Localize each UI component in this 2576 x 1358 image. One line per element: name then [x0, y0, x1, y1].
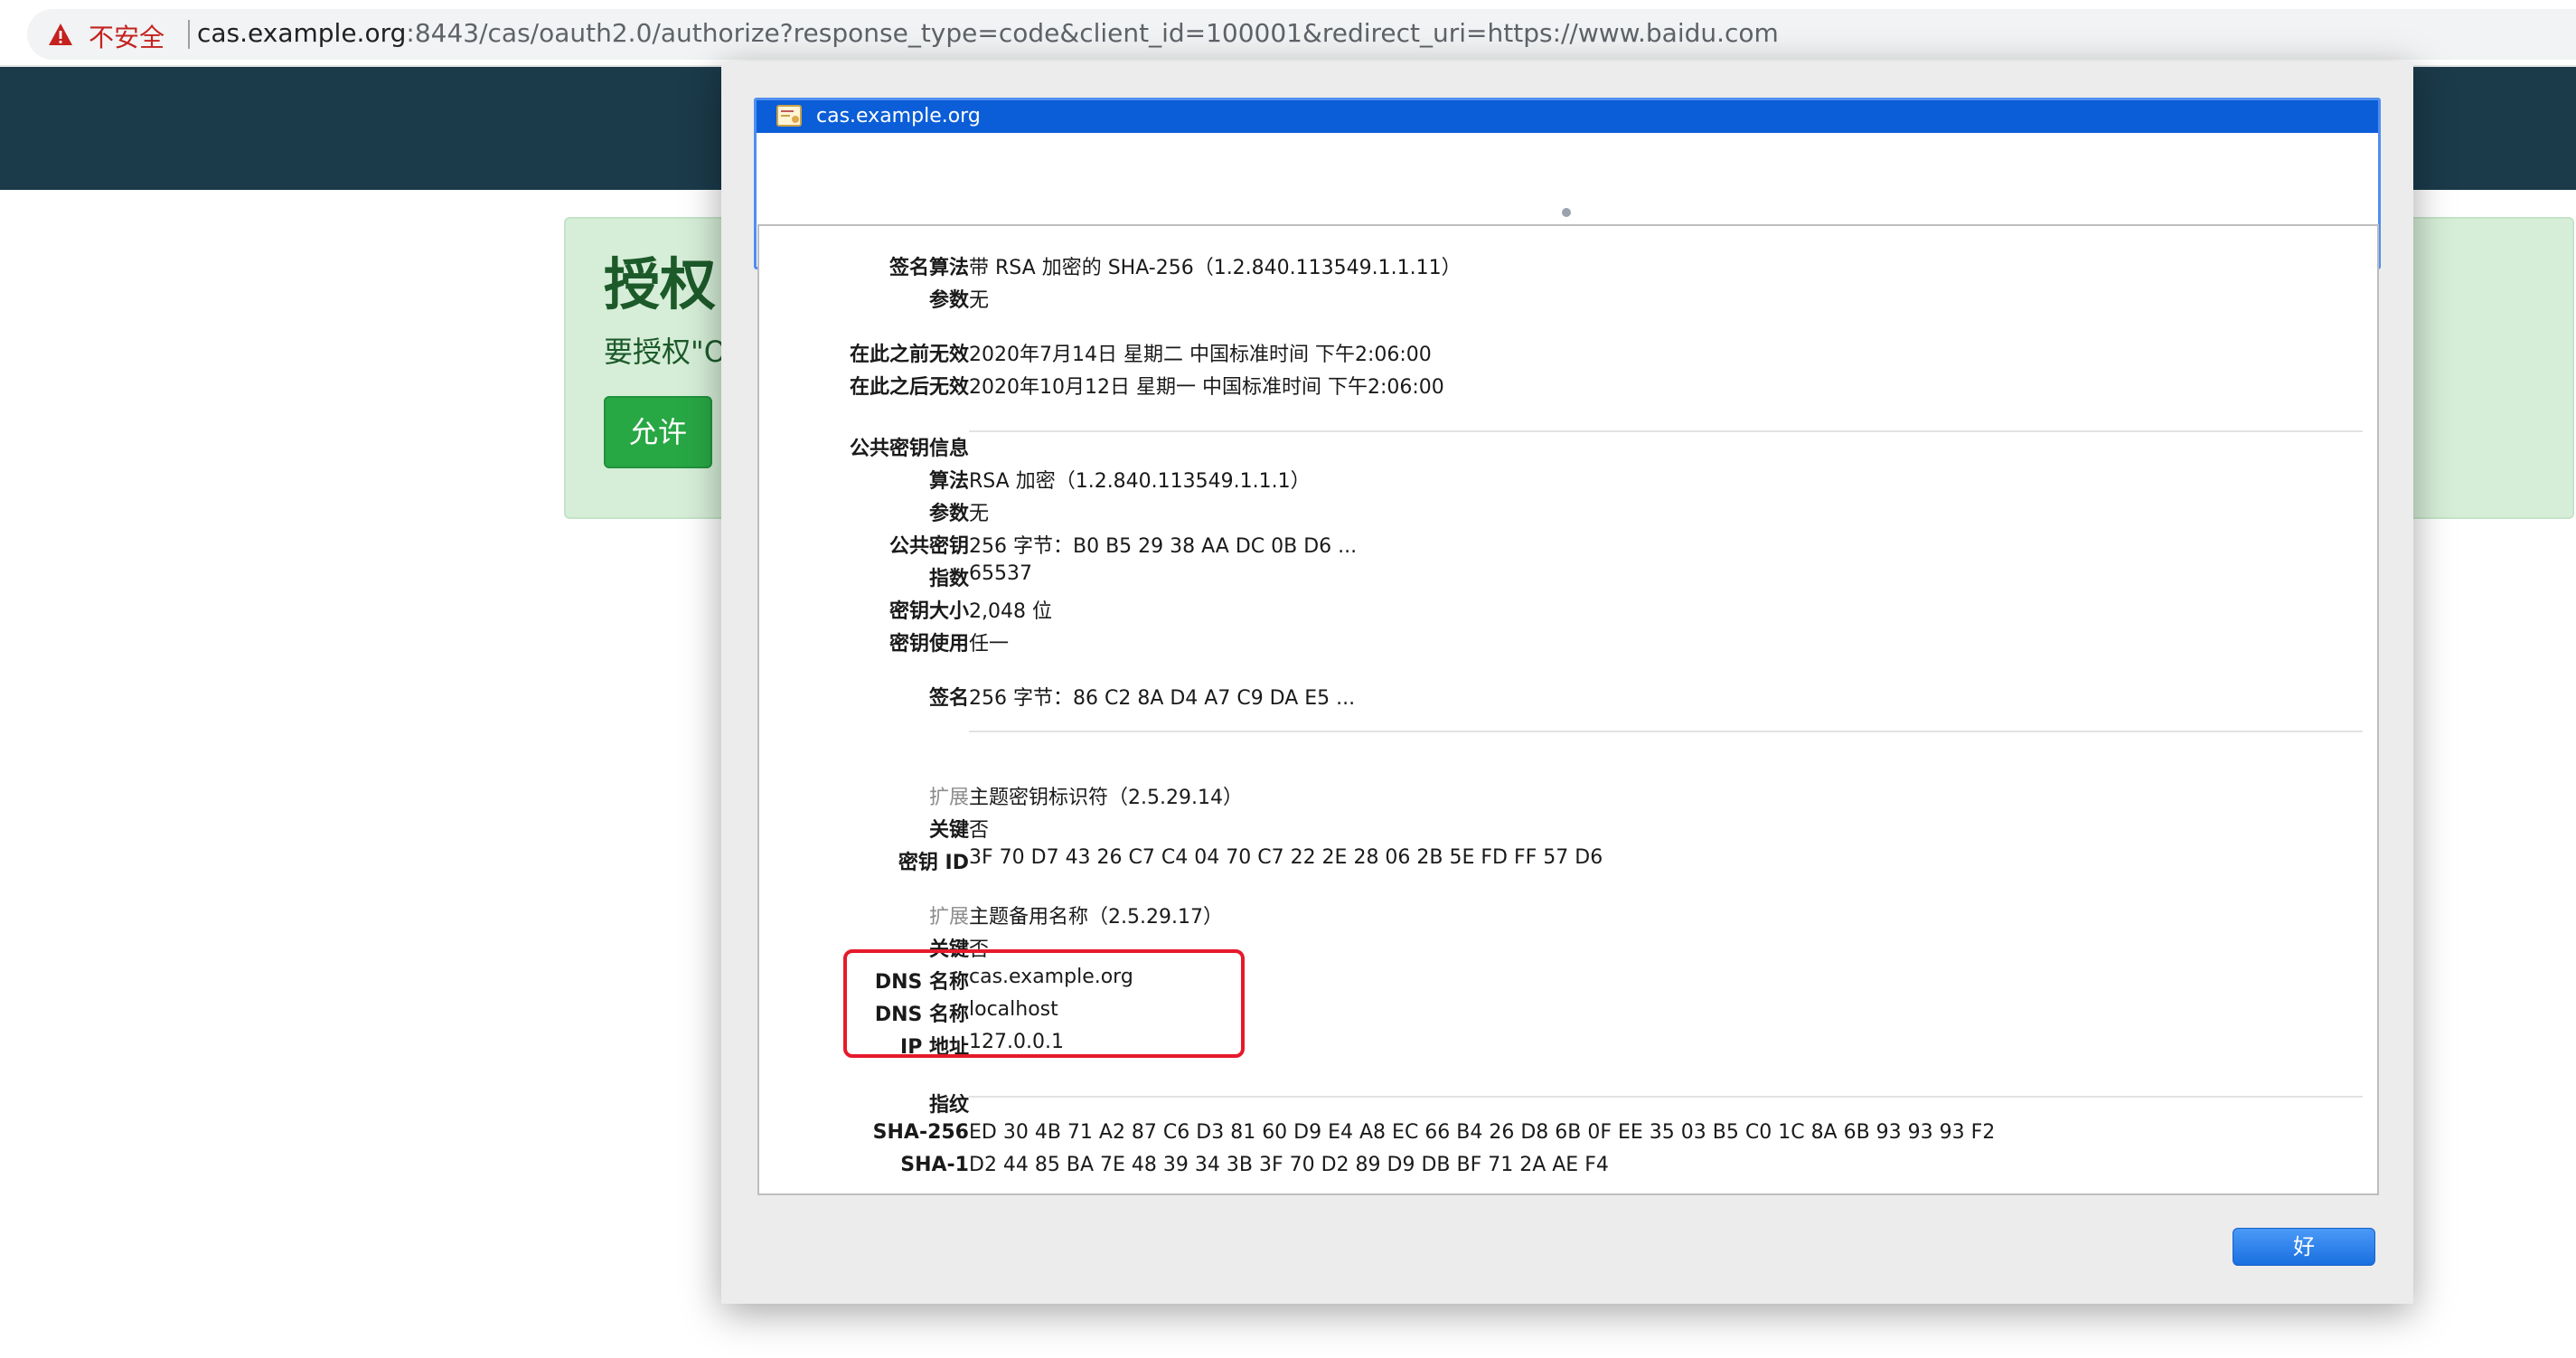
- field-value: RSA 加密（1.2.840.113549.1.1.1）: [969, 470, 1311, 493]
- field-label: 扩展: [928, 906, 969, 929]
- section-heading: 指纹: [928, 1094, 969, 1117]
- section-divider: [969, 430, 2363, 432]
- section-divider: [969, 731, 2363, 732]
- field-label: 在此之后无效: [849, 376, 969, 399]
- field-value: 256 字节：86 C2 8A D4 A7 C9 DA E5 ...: [969, 687, 1356, 710]
- field-value: 任一: [969, 633, 1010, 655]
- field-label: 指数: [928, 568, 969, 590]
- split-handle[interactable]: [1562, 208, 1571, 217]
- url-field[interactable]: 不安全 cas.example.org:8443/cas/oauth2.0/au…: [27, 9, 2576, 60]
- field-value: 256 字节：B0 B5 29 38 AA DC 0B D6 ...: [969, 535, 1358, 558]
- field-label: 参数: [928, 503, 969, 525]
- certificate-icon: [776, 105, 802, 127]
- field-label: 签名算法: [888, 257, 969, 279]
- field-label: 密钥大小: [888, 600, 969, 623]
- certificate-name: cas.example.org: [816, 105, 981, 127]
- field-value: 主题密钥标识符（2.5.29.14）: [969, 787, 1243, 809]
- certificate-list-item[interactable]: cas.example.org: [757, 100, 2378, 133]
- field-value: 无: [969, 289, 990, 312]
- field-value: D2 44 85 BA 7E 48 39 34 3B 3F 70 D2 89 D…: [969, 1154, 1609, 1176]
- warning-icon[interactable]: [47, 21, 74, 48]
- field-label: 关键: [928, 819, 969, 842]
- section-divider: [969, 1096, 2363, 1098]
- field-value: 3F 70 D7 43 26 C7 C4 04 70 C7 22 2E 28 0…: [969, 846, 1603, 869]
- section-heading: 公共密钥信息: [849, 438, 969, 460]
- field-label: 密钥 ID: [898, 852, 969, 874]
- field-value: ED 30 4B 71 A2 87 C6 D3 81 60 D9 E4 A8 E…: [969, 1121, 1996, 1144]
- allow-button[interactable]: 允许: [604, 396, 712, 468]
- field-label: 密钥使用: [888, 633, 969, 655]
- field-label: 参数: [928, 289, 969, 312]
- field-value: 带 RSA 加密的 SHA-256（1.2.840.113549.1.1.11）: [969, 257, 1462, 279]
- field-value: 2020年10月12日 星期一 中国标准时间 下午2:06:00: [969, 376, 1444, 399]
- address-bar: 不安全 cas.example.org:8443/cas/oauth2.0/au…: [0, 0, 2576, 67]
- highlight-annotation: [843, 949, 1245, 1058]
- field-label: 公共密钥: [888, 535, 969, 558]
- security-status[interactable]: 不安全: [89, 18, 165, 54]
- field-value: 否: [969, 819, 990, 842]
- field-label: 在此之前无效: [849, 344, 969, 366]
- certificate-dialog: cas.example.org 签名算法 带 RSA 加密的 SHA-256（1…: [721, 61, 2413, 1304]
- field-value: 2020年7月14日 星期二 中国标准时间 下午2:06:00: [969, 344, 1432, 366]
- ok-button[interactable]: 好: [2233, 1228, 2375, 1266]
- field-label: 算法: [928, 470, 969, 493]
- auth-title: 授权: [604, 251, 717, 317]
- field-label: SHA-1: [900, 1154, 969, 1176]
- field-label: 扩展: [928, 787, 969, 809]
- field-label: SHA-256: [872, 1121, 969, 1144]
- field-label: 签名: [928, 687, 969, 710]
- url-text[interactable]: cas.example.org:8443/cas/oauth2.0/author…: [197, 18, 1779, 48]
- certificate-details[interactable]: 签名算法 带 RSA 加密的 SHA-256（1.2.840.113549.1.…: [757, 224, 2379, 1195]
- field-value: 2,048 位: [969, 600, 1052, 623]
- field-value: 65537: [969, 562, 1032, 585]
- auth-description: 要授权"O: [604, 335, 727, 369]
- field-value: 主题备用名称（2.5.29.17）: [969, 906, 1223, 929]
- url-divider: [188, 20, 190, 49]
- url-path: :8443/cas/oauth2.0/authorize?response_ty…: [406, 18, 1779, 48]
- url-host: cas.example.org: [197, 18, 407, 48]
- field-value: 无: [969, 503, 990, 525]
